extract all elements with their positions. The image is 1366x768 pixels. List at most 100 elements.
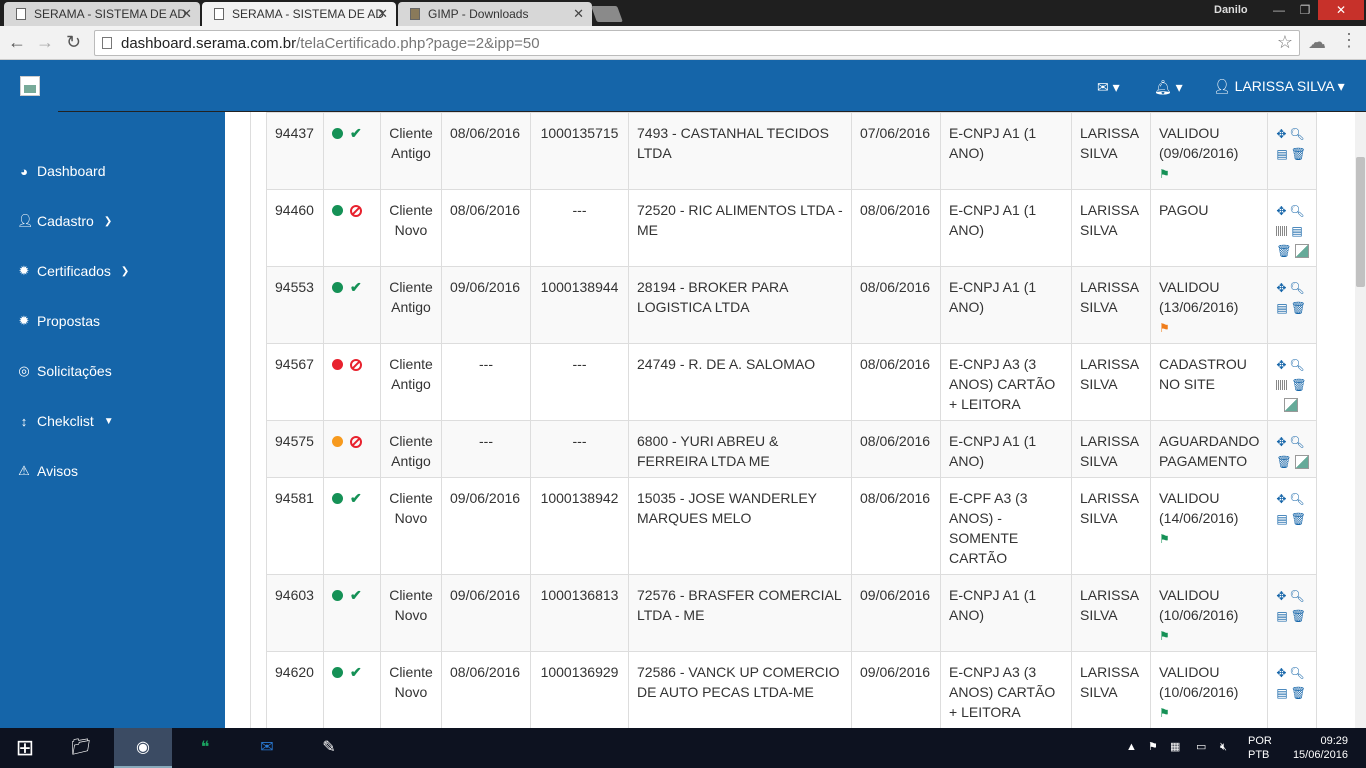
close-icon[interactable]: ✕: [573, 6, 584, 22]
barcode-icon[interactable]: [1276, 380, 1289, 390]
pdf-icon[interactable]: ▤: [1276, 299, 1287, 317]
browser-tab-3[interactable]: GIMP - Downloads ✕: [398, 2, 592, 26]
bell-icon[interactable]: 🔔︎ ▾: [1154, 79, 1183, 96]
network-icon[interactable]: ▦: [1170, 740, 1180, 754]
flag-icon[interactable]: ⚑: [1148, 740, 1158, 754]
move-icon[interactable]: ✥: [1276, 125, 1286, 143]
move-icon[interactable]: ✥: [1276, 664, 1286, 682]
clock[interactable]: 09:29 15/06/2016: [1288, 734, 1348, 762]
move-icon[interactable]: ✥: [1276, 433, 1286, 451]
pdf-icon[interactable]: ▤: [1276, 510, 1287, 528]
cell-protocol: 1000135715: [530, 112, 629, 190]
trash-icon[interactable]: 🗑︎: [1276, 453, 1291, 471]
search-icon[interactable]: 🔍︎: [1289, 202, 1304, 220]
image-icon[interactable]: [1284, 398, 1299, 412]
browser-tab-1[interactable]: SERAMA - SISTEMA DE AD ✕: [4, 2, 200, 26]
search-icon[interactable]: 🔍︎: [1289, 279, 1304, 297]
move-icon[interactable]: ✥: [1276, 587, 1286, 605]
os-taskbar: ⊞ 📁︎ ◉ ❝ ✉ ✎ ▲ ⚑ ▦ ▭ 🔇︎ POR PTB 09:29 15…: [0, 728, 1366, 768]
sidebar-item-dashboard[interactable]: ◕ Dashboard: [17, 163, 105, 179]
search-icon[interactable]: 🔍︎: [1289, 664, 1304, 682]
status-dot-icon: [332, 667, 343, 678]
trash-icon[interactable]: 🗑︎: [1291, 145, 1306, 163]
search-icon[interactable]: 🔍︎: [1289, 356, 1304, 374]
search-icon[interactable]: 🔍︎: [1289, 125, 1304, 143]
sidebar-item-chekclist[interactable]: ↕ Chekclist ▼: [17, 413, 114, 429]
chrome-icon[interactable]: ◉: [114, 728, 172, 768]
file-explorer-icon[interactable]: 📁︎: [52, 728, 110, 768]
language-indicator[interactable]: POR PTB: [1248, 734, 1272, 762]
panel-border: [250, 112, 251, 728]
image-icon[interactable]: [1294, 455, 1309, 469]
flag-icon: ⚑: [1159, 706, 1170, 720]
pdf-icon[interactable]: ▤: [1291, 222, 1302, 240]
dashboard-icon: ◕: [20, 163, 28, 179]
restore-icon[interactable]: ❐: [1292, 0, 1318, 20]
user-name: LARISSA SILVA: [1234, 78, 1334, 94]
monitor-icon[interactable]: ▭: [1196, 740, 1206, 754]
blocked-icon: [350, 359, 362, 371]
browser-tab-strip: SERAMA - SISTEMA DE AD ✕ SERAMA - SISTEM…: [0, 0, 1366, 26]
menu-icon[interactable]: ⋮: [1340, 30, 1358, 51]
minimize-icon[interactable]: —: [1266, 0, 1292, 20]
reload-icon[interactable]: ↻: [66, 32, 81, 53]
back-icon[interactable]: ←: [8, 32, 26, 53]
cell-actions: ✥ 🔍︎ 🗑︎: [1267, 420, 1318, 478]
search-icon[interactable]: 🔍︎: [1289, 490, 1304, 508]
sidebar-item-solicitacoes[interactable]: ◎ Solicitações: [17, 363, 111, 379]
gimp-icon[interactable]: ✎: [300, 728, 358, 768]
logo-image[interactable]: [20, 76, 40, 96]
tab-label: SERAMA - SISTEMA DE AD: [232, 7, 385, 21]
sidebar-item-avisos[interactable]: ⚠ Avisos: [17, 463, 78, 479]
scrollbar-thumb[interactable]: [1356, 157, 1365, 287]
hangouts-icon[interactable]: ❝: [176, 728, 234, 768]
sidebar-item-propostas[interactable]: ✹ Propostas: [17, 313, 101, 329]
speaker-muted-icon[interactable]: 🔇︎: [1220, 740, 1227, 754]
close-icon[interactable]: ✕: [181, 6, 192, 22]
trash-icon[interactable]: 🗑︎: [1291, 607, 1306, 625]
page-icon: [102, 37, 112, 49]
trash-icon[interactable]: 🗑︎: [1291, 299, 1306, 317]
sidebar: ◕ Dashboard 👤︎ Cadastro ❯ ✹ Certificados…: [0, 112, 225, 728]
trash-icon[interactable]: 🗑︎: [1276, 242, 1291, 260]
cell-id: 94567: [266, 343, 324, 421]
browser-tab-2[interactable]: SERAMA - SISTEMA DE AD ✕: [202, 2, 396, 26]
new-tab-button[interactable]: [591, 6, 623, 22]
sidebar-item-cadastro[interactable]: 👤︎ Cadastro ❯: [17, 213, 112, 229]
search-icon[interactable]: 🔍︎: [1289, 587, 1304, 605]
barcode-icon[interactable]: [1276, 226, 1289, 236]
outlook-icon[interactable]: ✉: [238, 728, 296, 768]
trash-icon[interactable]: 🗑︎: [1291, 684, 1306, 702]
extension-icon[interactable]: ☁: [1308, 32, 1326, 53]
trash-icon[interactable]: 🗑︎: [1291, 510, 1306, 528]
move-icon[interactable]: ✥: [1276, 490, 1286, 508]
tray-arrow-icon[interactable]: ▲: [1126, 740, 1137, 754]
move-icon[interactable]: ✥: [1276, 279, 1286, 297]
cell-user: LARISSA SILVA: [1071, 189, 1151, 267]
user-menu[interactable]: 👤︎ LARISSA SILVA ▾: [1213, 78, 1345, 95]
forward-icon[interactable]: →: [36, 32, 54, 53]
table-row: 94553 ✔ Cliente Antigo 09/06/2016 1000138944…: [266, 266, 1318, 344]
move-icon[interactable]: ✥: [1276, 356, 1286, 374]
sidebar-item-certificados[interactable]: ✹ Certificados ❯: [17, 263, 130, 279]
envelope-icon[interactable]: ✉ ▾: [1097, 79, 1120, 96]
cell-actions: ✥ 🔍︎ 🗑︎: [1267, 343, 1318, 421]
pdf-icon[interactable]: ▤: [1276, 607, 1287, 625]
cell-date-2: 09/06/2016: [851, 574, 941, 652]
pdf-icon[interactable]: ▤: [1276, 145, 1287, 163]
cell-company: 72586 - VANCK UP COMERCIO DE AUTO PECAS …: [628, 651, 852, 728]
pdf-icon[interactable]: ▤: [1276, 684, 1287, 702]
bookmark-star-icon[interactable]: ☆: [1277, 32, 1293, 53]
move-icon[interactable]: ✥: [1276, 202, 1286, 220]
cell-date-2: 08/06/2016: [851, 420, 941, 478]
cell-actions: ✥ 🔍︎ ▤ 🗑︎: [1267, 189, 1318, 267]
trash-icon[interactable]: 🗑︎: [1291, 376, 1306, 394]
url-input[interactable]: dashboard.serama.com.br/telaCertificado.…: [94, 30, 1300, 56]
close-icon[interactable]: ✕: [377, 6, 388, 22]
gear-icon: ✹: [18, 263, 30, 278]
cell-date: 08/06/2016: [441, 112, 531, 190]
search-icon[interactable]: 🔍︎: [1289, 433, 1304, 451]
image-icon[interactable]: [1294, 244, 1309, 258]
window-close-icon[interactable]: ✕: [1318, 0, 1364, 20]
windows-start-icon[interactable]: ⊞: [0, 728, 50, 768]
